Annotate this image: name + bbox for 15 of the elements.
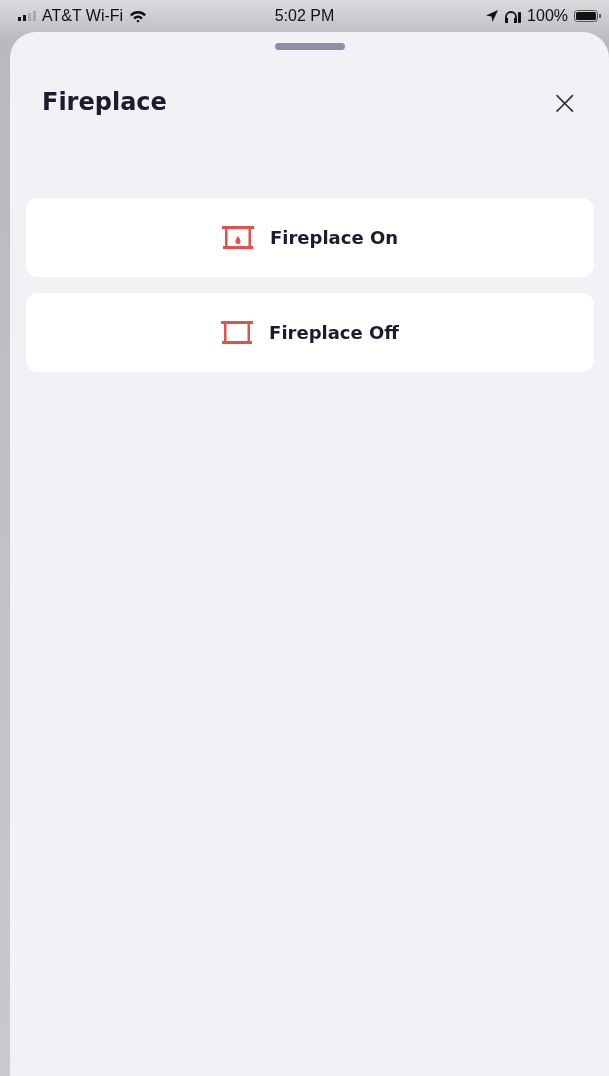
wifi-icon [129, 9, 148, 23]
drag-handle[interactable] [274, 43, 345, 50]
action-button[interactable]: Fireplace On [26, 198, 594, 277]
action-button[interactable]: Fireplace Off [26, 293, 594, 372]
clock-time: 5:02 PM [273, 7, 336, 25]
signal-icon [18, 11, 36, 21]
fireplace-flame-icon [222, 225, 254, 250]
battery-icon [574, 10, 601, 22]
fireplace-icon [221, 320, 254, 345]
headphones-icon [504, 9, 522, 23]
battery-percent: 100% [527, 7, 568, 25]
close-button[interactable]: × [546, 85, 583, 119]
sheet-title: Fireplace [42, 88, 167, 116]
location-arrow-icon [486, 10, 499, 22]
carrier-name: AT&T Wi-Fi [42, 7, 124, 25]
